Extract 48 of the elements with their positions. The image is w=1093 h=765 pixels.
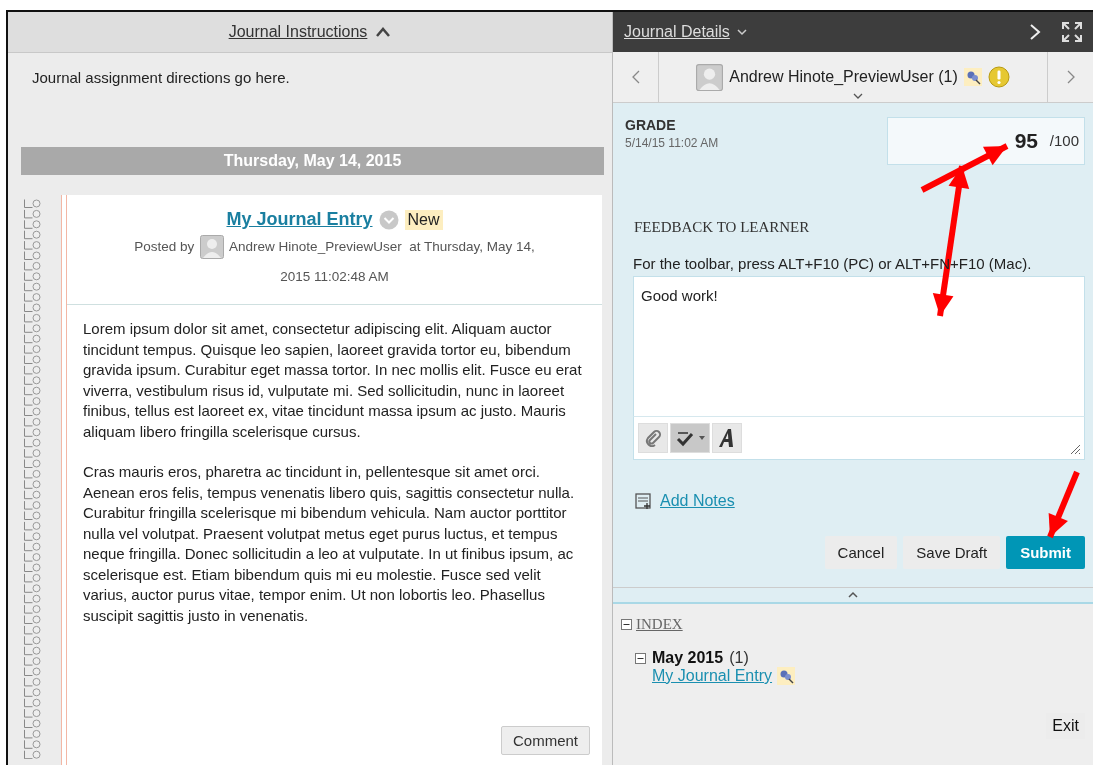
fullscreen-icon[interactable] <box>1061 21 1083 43</box>
entry-title-link[interactable]: My Journal Entry <box>226 209 373 230</box>
spellcheck-icon <box>675 429 695 447</box>
posted-date: at Thursday, May 14, <box>409 239 535 254</box>
user-name[interactable]: Andrew Hinote_PreviewUser (1) <box>729 68 958 86</box>
spellcheck-button[interactable] <box>670 423 710 453</box>
chevron-up-icon[interactable] <box>847 591 859 599</box>
resize-grip-icon[interactable] <box>1069 443 1081 455</box>
index-title-link[interactable]: INDEX <box>636 616 683 633</box>
chevron-left-icon <box>631 70 640 84</box>
feedback-field[interactable]: Good work! <box>633 276 1085 416</box>
chevron-right-icon <box>1066 70 1075 84</box>
comment-button[interactable]: Comment <box>500 726 590 755</box>
grade-label: GRADE <box>625 117 677 133</box>
chevron-down-icon[interactable] <box>735 28 748 36</box>
dropdown-caret-icon <box>699 436 705 440</box>
feedback-label: FEEDBACK TO LEARNER <box>634 219 811 236</box>
grade-date: 5/14/15 11:02 AM <box>625 136 719 150</box>
posted-by-label: Posted by <box>134 239 195 254</box>
author-name: Andrew Hinote_PreviewUser <box>229 239 402 254</box>
month-label[interactable]: May 2015 <box>652 649 724 667</box>
entry-paragraph: Lorem ipsum dolor sit amet, consectetur adipiscing elit. Aliquam auctor tincidunt tempus. Quisque leo sapien, laoreet gravida tortor eu, bibendum gravida ipsum. Curabitur eget massa tortor. In nec mollis elit. Fusce eu erat viverra, vestibulum risus id, vulputate mi. Sed sollicitudin, nunc in laoreet finibus, tellus est laoreet ex, vitae tincidunt massa ipsum ac justo. Mauris aliquam libero fringilla scelerisque cursus. <box>83 319 583 442</box>
warning-icon <box>987 66 1010 88</box>
add-note-icon <box>635 492 652 510</box>
chevron-right-icon[interactable] <box>1029 23 1041 41</box>
annotation-arrow <box>1047 470 1080 539</box>
avatar-icon <box>696 63 724 91</box>
chevron-up-icon[interactable] <box>375 27 392 37</box>
caret-down-icon[interactable] <box>853 93 863 99</box>
paperclip-icon <box>644 429 662 447</box>
entry-count: (1) <box>729 649 749 667</box>
grade-max-text: /100 <box>1049 132 1079 149</box>
instructions-text: Journal assignment directions go here. <box>32 69 290 86</box>
avatar-icon <box>200 235 225 260</box>
entry-paragraph: Cras mauris eros, pharetra ac tincidunt in, pellentesque sit amet orci. Aenean eros felis, tempus venenatis libero quis, sagittis consectetur nulla. Curabitur fringilla scelerisque mi bibendum vehicula. Nam auctor porttitor nulla vel volutpat. Praesent volutpat metus eget purus luctus, et tempus neque fringilla. Donec sollicitudin a leo at vulputate. In ut finibus ipsum, ac scelerisque est. Etiam bibendum quis mi eu molestie. Fusce sed velit varius, auctor purus vitae, tempor enim. Ut non lobortis leo. Phasellus suscipit sagittis justo in venenatis. <box>83 462 576 626</box>
collapse-icon[interactable] <box>621 619 632 630</box>
collapse-icon[interactable] <box>635 652 646 664</box>
format-button[interactable] <box>712 423 742 453</box>
posted-time: 2015 11:02:48 AM <box>280 269 389 284</box>
action-button[interactable]: Save Draft <box>903 536 1001 569</box>
pin-icon <box>963 68 982 86</box>
action-button[interactable]: Cancel <box>824 536 898 569</box>
instructions-toggle-link[interactable]: Journal Instructions <box>228 23 368 41</box>
new-badge: New <box>404 209 443 230</box>
journal-details-link[interactable]: Journal Details <box>624 23 730 41</box>
attach-button[interactable] <box>638 423 668 453</box>
pin-icon <box>777 667 796 685</box>
date-header: Thursday, May 14, 2015 <box>21 147 604 175</box>
